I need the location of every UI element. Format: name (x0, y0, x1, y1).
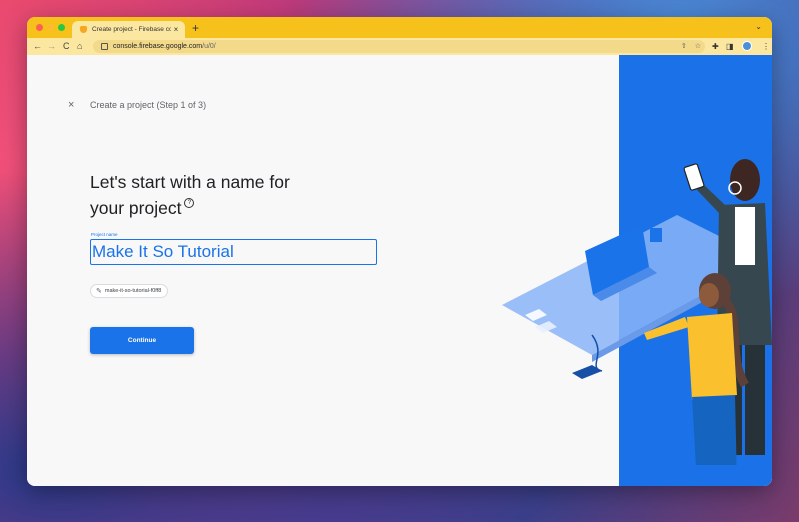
profile-avatar[interactable] (742, 41, 752, 51)
woman-sweater (687, 313, 737, 400)
window-maximize-button[interactable] (58, 24, 65, 31)
share-icon[interactable]: ⇧ (681, 42, 687, 50)
pencil-icon: ✎ (96, 288, 102, 295)
browser-window: Create project - Firebase cons × + ⌄ ← →… (27, 17, 772, 486)
heading-line-1: Let's start with a name for (90, 172, 290, 192)
page-content: × Create a project (Step 1 of 3) Let's s… (27, 55, 772, 486)
tab-close-icon[interactable]: × (171, 25, 181, 34)
firebase-favicon-icon (80, 26, 87, 33)
team-illustration (502, 159, 772, 465)
lock-icon (101, 43, 108, 50)
star-icon[interactable]: ☆ (695, 42, 701, 50)
tablet (572, 365, 602, 379)
back-button[interactable]: ← (33, 40, 42, 53)
woman-jeans (692, 395, 737, 465)
man-leg-right (745, 345, 765, 455)
step-title: Create a project (Step 1 of 3) (90, 100, 207, 110)
woman-face (699, 283, 719, 307)
browser-toolbar: ← → C ⌂ console.firebase.google.com/u/0/… (27, 38, 772, 55)
tab-strip: Create project - Firebase cons × + ⌄ (27, 17, 772, 38)
project-id-text: make-it-so-tutorial-f0ff8 (104, 288, 162, 294)
tab-title: Create project - Firebase cons (92, 26, 171, 33)
project-name-input[interactable]: Make It So Tutorial (90, 239, 377, 265)
puzzle-icon[interactable]: ✚ (712, 40, 719, 53)
reload-button[interactable]: C (63, 40, 70, 53)
window-minimize-button[interactable] (47, 24, 54, 31)
heading-line-2: your project (90, 198, 182, 218)
home-button[interactable]: ⌂ (77, 40, 82, 53)
help-icon[interactable]: ? (184, 198, 195, 208)
mug (650, 228, 662, 242)
menu-icon[interactable]: ⋮ (762, 40, 770, 53)
project-name-label: Project name (91, 232, 118, 237)
side-panel-icon[interactable]: ◨ (726, 40, 734, 53)
continue-button[interactable]: Continue (90, 327, 194, 354)
man-shirt (735, 207, 755, 265)
window-close-button[interactable] (36, 24, 43, 31)
address-bar[interactable]: console.firebase.google.com/u/0/ ⇧ ☆ (93, 40, 705, 53)
tab-create-project[interactable]: Create project - Firebase cons × (72, 21, 185, 38)
new-tab-button[interactable]: + (192, 21, 199, 35)
page-heading: Let's start with a name for your project… (90, 169, 350, 221)
project-id-chip[interactable]: ✎ make-it-so-tutorial-f0ff8 (90, 284, 169, 298)
url-path: /u/0/ (202, 43, 216, 50)
tab-search-chevron-icon[interactable]: ⌄ (755, 22, 762, 31)
forward-button[interactable]: → (47, 40, 56, 53)
url-host: console.firebase.google.com (113, 43, 203, 50)
close-icon[interactable]: × (68, 99, 74, 111)
phone (683, 163, 705, 191)
